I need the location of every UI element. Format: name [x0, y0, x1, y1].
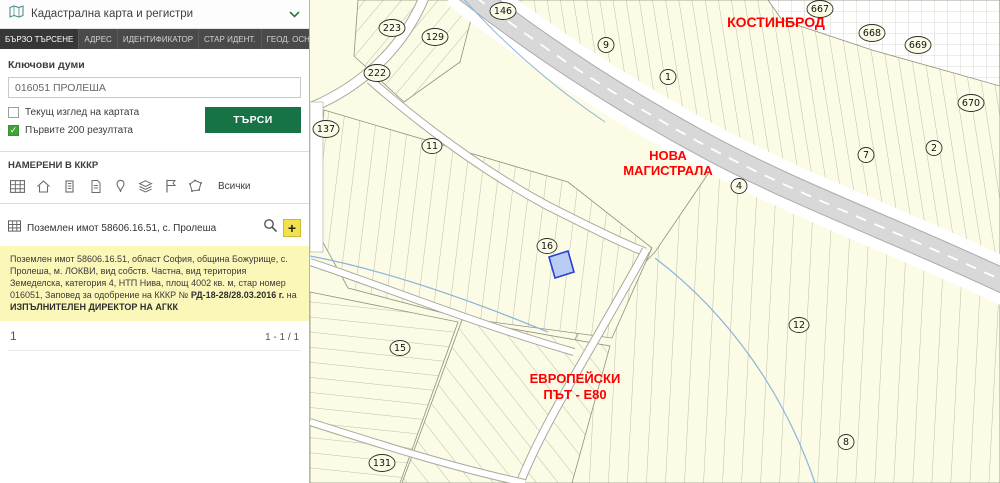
result-item-details: Поземлен имот 58606.16.51, област София,… — [0, 246, 309, 321]
divider — [0, 203, 309, 204]
sidebar: Кадастрална карта и регистри БЪРЗО ТЪРСЕ… — [0, 0, 310, 483]
detail-text: на — [284, 290, 296, 300]
home-icon[interactable] — [36, 180, 51, 193]
tab-геод-основа[interactable]: ГЕОД. ОСНОВА — [262, 29, 309, 49]
cadastral-map-svg: 2231291462221371191466766866967072161215… — [310, 0, 1000, 483]
parcel-number-text: 4 — [736, 181, 742, 192]
checkbox-first-200[interactable]: ✓ Първите 200 резултата — [8, 125, 205, 136]
map-canvas[interactable]: 2231291462221371191466766866967072161215… — [310, 0, 1000, 483]
result-item-title[interactable]: Поземлен имот 58606.16.51, с. Пролеша — [27, 223, 257, 234]
parcel-number-text: 146 — [494, 6, 512, 17]
chevron-down-icon[interactable] — [289, 11, 300, 18]
keywords-label: Ключови думи — [8, 59, 301, 71]
parcel-number-text: 669 — [909, 40, 927, 51]
page-info: 1 - 1 / 1 — [265, 332, 299, 343]
cadastral-app: Кадастрална карта и регистри БЪРЗО ТЪРСЕ… — [0, 0, 1000, 483]
tab-адрес[interactable]: АДРЕС — [79, 29, 117, 49]
divider — [0, 151, 309, 152]
sidebar-header: Кадастрална карта и регистри — [0, 0, 309, 29]
parcel-number-text: 137 — [317, 124, 335, 135]
result-filter-row: Всички — [8, 171, 301, 195]
tab-стар-идент-[interactable]: СТАР ИДЕНТ. — [199, 29, 262, 49]
map-label: КОСТИНБРОД — [727, 14, 825, 30]
parcel-number-text: 131 — [373, 458, 391, 469]
polygon-icon[interactable] — [188, 179, 203, 193]
parcel-grid-icon — [8, 219, 21, 237]
map-icon — [9, 5, 24, 23]
location-pin-icon[interactable] — [114, 179, 127, 193]
parcel-number-text: 223 — [383, 23, 401, 34]
result-item[interactable]: Поземлен имот 58606.16.51, с. Пролеша + — [8, 212, 301, 243]
checkbox-current-view[interactable]: Текущ изглед на картата — [8, 107, 205, 118]
grid-icon[interactable] — [10, 180, 25, 193]
checkbox-checked-icon[interactable]: ✓ — [8, 125, 19, 136]
pagination: 1 1 - 1 / 1 — [8, 321, 301, 351]
current-view-label: Текущ изглед на картата — [25, 107, 139, 118]
detail-order-number: РД-18-28/28.03.2016 г. — [191, 290, 284, 300]
parcel-number-text: 670 — [962, 98, 980, 109]
parcel-number-text: 222 — [368, 68, 386, 79]
parcel-number-text: 2 — [931, 143, 937, 154]
checkbox-unchecked-icon[interactable] — [8, 107, 19, 118]
document-icon[interactable] — [88, 180, 103, 193]
map-label: ЕВРОПЕЙСКИ — [530, 371, 621, 386]
parcel-number-text: 12 — [793, 320, 805, 331]
flag-icon[interactable] — [164, 179, 177, 193]
detail-signer: ИЗПЪЛНИТЕЛЕН ДИРЕКТОР НА АГКК — [10, 302, 178, 312]
tab-идентификатор[interactable]: ИДЕНТИФИКАТОР — [118, 29, 199, 49]
layers-icon[interactable] — [138, 180, 153, 193]
parcel-number-text: 1 — [665, 72, 671, 83]
parcel-number-text: 7 — [863, 150, 869, 161]
map-label: МАГИСТРАЛА — [623, 163, 713, 178]
app-title: Кадастрална карта и регистри — [31, 8, 193, 20]
parcel-number-text: 16 — [541, 241, 553, 252]
filter-all-label[interactable]: Всички — [218, 181, 250, 192]
parcel-number-text: 15 — [394, 343, 406, 354]
search-controls: Текущ изглед на картата ✓ Първите 200 ре… — [8, 107, 301, 143]
map-label: ПЪТ - Е80 — [543, 387, 606, 402]
parcel-number-text: 129 — [426, 32, 444, 43]
map-label: НОВА — [649, 148, 687, 163]
first-200-label: Първите 200 резултата — [25, 125, 133, 136]
search-icon[interactable] — [263, 218, 278, 238]
parcel-number-text: 8 — [843, 437, 849, 448]
search-panel: Ключови думи Текущ изглед на картата ✓ П… — [0, 49, 309, 483]
search-button[interactable]: ТЪРСИ — [205, 107, 301, 133]
building-icon[interactable] — [62, 180, 77, 193]
parcel-number-text: 11 — [426, 141, 438, 152]
page-number[interactable]: 1 — [10, 329, 17, 343]
parcel-number-text: 9 — [603, 40, 609, 51]
tab-бързо-търсене[interactable]: БЪРЗО ТЪРСЕНЕ — [0, 29, 79, 49]
tab-bar: БЪРЗО ТЪРСЕНЕАДРЕСИДЕНТИФИКАТОРСТАР ИДЕН… — [0, 29, 309, 49]
results-section-title: НАМЕРЕНИ В КККР — [8, 160, 301, 171]
add-to-map-button[interactable]: + — [283, 219, 301, 237]
keywords-input[interactable] — [8, 77, 301, 98]
parcel-number-text: 668 — [863, 28, 881, 39]
